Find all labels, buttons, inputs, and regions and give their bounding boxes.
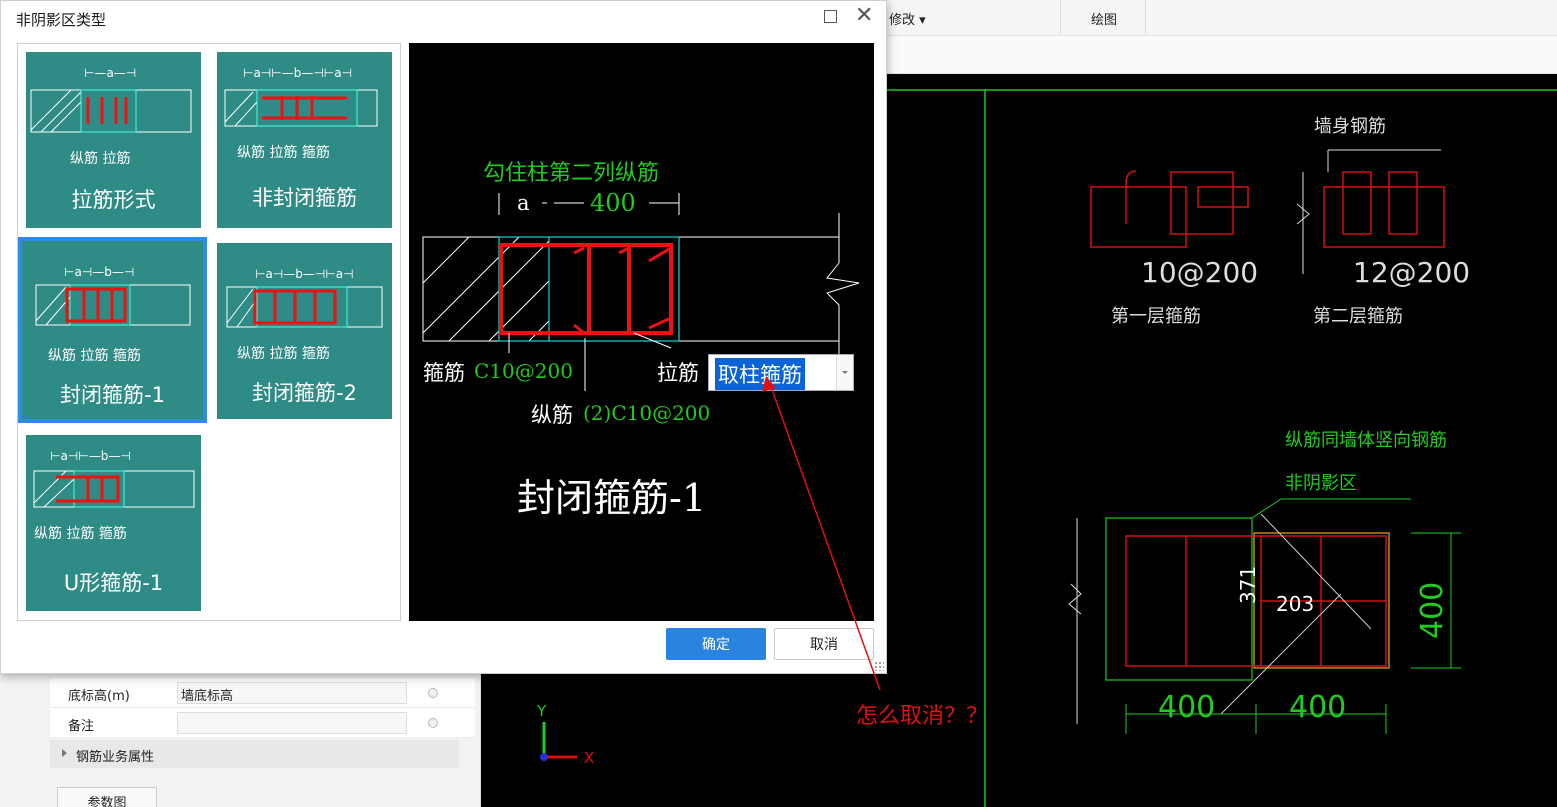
type-tile-non-closed-stirrup[interactable]: ⊢a⊣⊢—b—⊣⊢a⊣ 纵筋 拉筋 箍筋 非封闭箍筋: [217, 52, 392, 228]
tile-sub-labels: 纵筋 拉筋 箍筋: [34, 526, 127, 542]
type-gallery: ⊢—a—⊣ 纵筋 拉筋 拉筋形式 ⊢a⊣⊢—b—⊣⊢a⊣ 纵筋 拉筋 箍筋 非封…: [17, 43, 401, 621]
cad-label-layer1: 第一层箍筋: [1111, 306, 1201, 327]
cad-label-layer2: 第二层箍筋: [1313, 306, 1403, 327]
preview-long-value[interactable]: (2)C10@200: [583, 401, 710, 425]
prop-row-bottom-elevation: 底标高(m) 墙底标高: [50, 678, 475, 708]
preview-stirrup-value[interactable]: C10@200: [474, 359, 573, 383]
preview-drawing: [422, 193, 860, 391]
preview-big-title: 封闭箍筋-1: [517, 476, 707, 520]
preview-dim-a: a: [517, 191, 530, 215]
prop-row-remark: 备注: [50, 708, 475, 738]
prop-label: 底标高(m): [68, 689, 130, 704]
prop-radio-icon[interactable]: [428, 688, 438, 698]
prop-value-field[interactable]: [177, 712, 407, 734]
preview-top-note: 勾住柱第二列纵筋: [483, 161, 660, 186]
axis-y-label: Y: [537, 702, 547, 720]
chevron-down-icon[interactable]: [836, 355, 853, 390]
non-shadow-area-type-dialog: 非阴影区类型 ✕ ⊢—a—⊣ 纵筋 拉筋 拉筋形式 ⊢a⊣⊢—b—⊣⊢a⊣ 纵筋…: [0, 0, 887, 674]
menu-modify[interactable]: 修改 ▾: [889, 9, 926, 28]
cad-dim-371: 371: [1236, 565, 1260, 604]
user-annotation: 怎么取消？？: [856, 704, 989, 729]
preview-tie-label: 拉筋: [657, 361, 699, 385]
cancel-button[interactable]: 取消: [774, 628, 874, 660]
prop-group-rebar-business[interactable]: 钢筋业务属性: [50, 740, 459, 768]
prop-radio-icon[interactable]: [428, 718, 438, 728]
tile-title: 封闭箍筋-2: [252, 381, 357, 405]
preview-stirrup-label: 箍筋: [423, 361, 465, 385]
cad-label-bar2: 12@200: [1353, 256, 1471, 289]
close-icon[interactable]: ✕: [855, 3, 873, 29]
param-diagram-button[interactable]: 参数图: [57, 787, 157, 807]
cad-label-wall-rebar: 墙身钢筋: [1314, 116, 1386, 137]
prop-label: 备注: [68, 719, 95, 734]
tile-dims: ⊢a⊣—b—⊣⊢a⊣: [255, 267, 354, 281]
cad-dim-400-right: 400: [1289, 690, 1347, 725]
prop-value-field[interactable]: 墙底标高: [177, 682, 407, 704]
dialog-title: 非阴影区类型: [16, 11, 107, 29]
tile-sub-labels: 纵筋 拉筋: [70, 151, 131, 167]
tile-sub-labels: 纵筋 拉筋 箍筋: [237, 145, 330, 161]
type-tile-closed-stirrup-1[interactable]: ⊢a⊣—b—⊣ 纵筋 拉筋 箍筋 封闭箍筋-1: [18, 237, 207, 423]
tile-dims: ⊢a⊣⊢—b—⊣⊢a⊣: [243, 66, 353, 80]
tile-title: U形箍筋-1: [63, 571, 164, 595]
tile-dims: ⊢a⊣⊢—b—⊣: [50, 449, 131, 463]
cad-label-bar1: 10@200: [1141, 256, 1259, 289]
tile-sub-labels: 纵筋 拉筋 箍筋: [237, 346, 330, 362]
cad-dim-203: 203: [1276, 592, 1315, 616]
type-preview-panel: 勾住柱第二列纵筋 a 400 箍筋 C10@200 拉筋 取柱箍筋 纵筋 (2)…: [409, 43, 874, 621]
cad-note-rebar: 纵筋同墙体竖向钢筋: [1285, 430, 1447, 451]
axis-x-label: X: [584, 749, 595, 767]
prop-group-label: 钢筋业务属性: [76, 750, 155, 765]
resize-grip-icon[interactable]: [874, 661, 884, 671]
type-tile-tie-bar[interactable]: ⊢—a—⊣ 纵筋 拉筋 拉筋形式: [26, 52, 201, 228]
cad-dim-400-left: 400: [1158, 690, 1216, 725]
ok-button[interactable]: 确定: [666, 628, 766, 660]
cad-dim-400-vertical: 400: [1415, 581, 1450, 639]
tile-title: 非封闭箍筋: [252, 186, 357, 210]
tie-bar-combobox-value[interactable]: 取柱箍筋: [715, 358, 805, 390]
type-tile-u-stirrup-1[interactable]: ⊢a⊣⊢—b—⊣ 纵筋 拉筋 箍筋 U形箍筋-1: [26, 435, 201, 611]
preview-dim-400: 400: [590, 189, 636, 217]
menu-draw[interactable]: 绘图: [1091, 9, 1117, 28]
preview-long-label: 纵筋: [531, 403, 573, 427]
toolbar-separator: [1060, 0, 1061, 34]
tile-sub-labels: 纵筋 拉筋 箍筋: [48, 348, 141, 364]
tie-bar-combobox[interactable]: 取柱箍筋: [708, 354, 854, 391]
maximize-icon[interactable]: [824, 10, 837, 23]
type-tile-closed-stirrup-2[interactable]: ⊢a⊣—b—⊣⊢a⊣ 纵筋 拉筋 箍筋 封闭箍筋-2: [217, 243, 392, 419]
properties-panel: 底标高(m) 墙底标高 备注 钢筋业务属性 参数图: [0, 674, 481, 807]
tile-dims: ⊢—a—⊣: [84, 66, 137, 80]
tile-dims: ⊢a⊣—b—⊣: [64, 265, 135, 279]
tile-title: 拉筋形式: [71, 188, 156, 212]
cad-note-area: 非阴影区: [1285, 473, 1357, 494]
toolbar-separator: [1145, 0, 1146, 34]
tile-title: 封闭箍筋-1: [60, 383, 165, 407]
expand-triangle-icon: [62, 749, 67, 757]
